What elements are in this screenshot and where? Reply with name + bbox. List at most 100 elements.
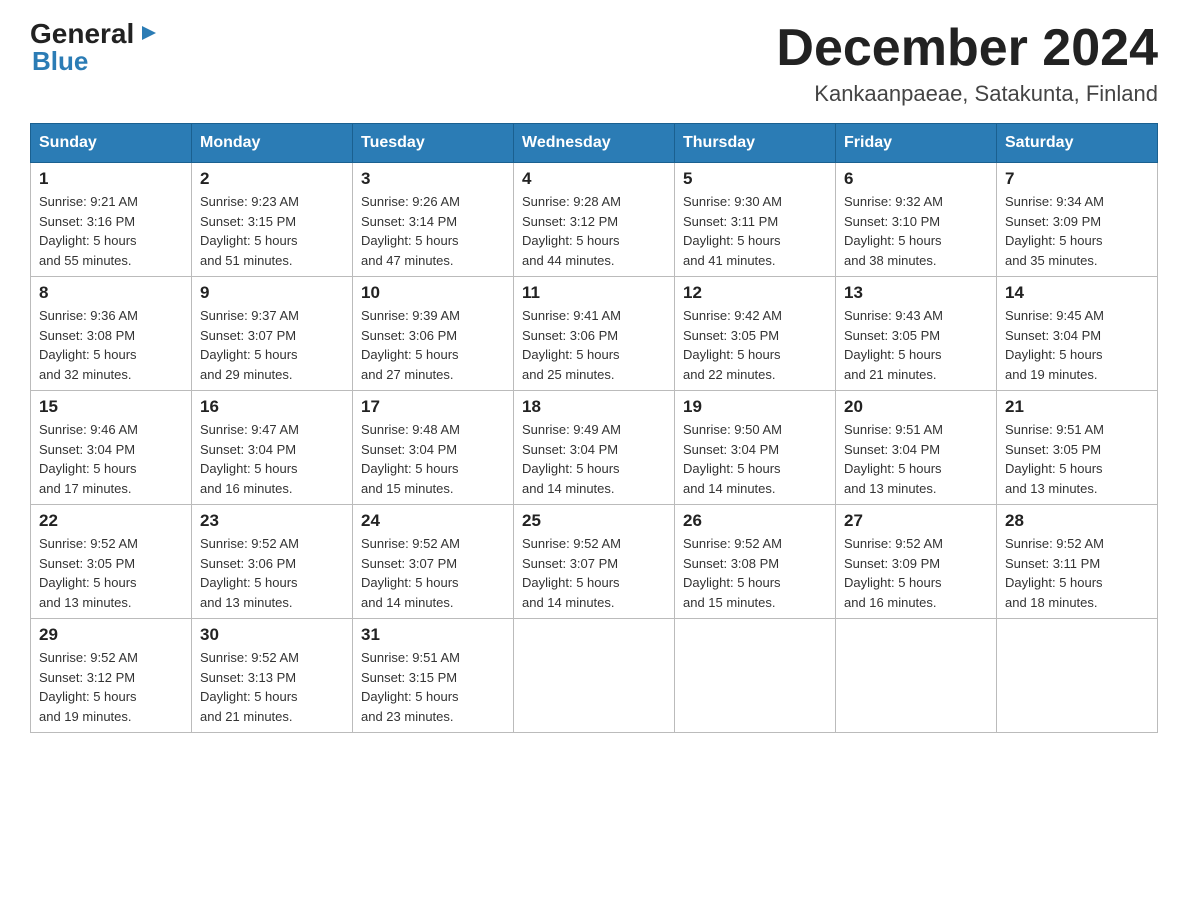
day-info: Sunrise: 9:52 AMSunset: 3:07 PMDaylight:…: [522, 534, 666, 612]
day-info: Sunrise: 9:34 AMSunset: 3:09 PMDaylight:…: [1005, 192, 1149, 270]
day-info: Sunrise: 9:52 AMSunset: 3:08 PMDaylight:…: [683, 534, 827, 612]
day-info: Sunrise: 9:39 AMSunset: 3:06 PMDaylight:…: [361, 306, 505, 384]
calendar-day-cell: 21 Sunrise: 9:51 AMSunset: 3:05 PMDayligh…: [997, 391, 1158, 505]
day-number: 3: [361, 169, 505, 189]
day-number: 4: [522, 169, 666, 189]
day-info: Sunrise: 9:52 AMSunset: 3:09 PMDaylight:…: [844, 534, 988, 612]
calendar-day-cell: 24Sunrise: 9:52 AMSunset: 3:07 PMDayligh…: [353, 505, 514, 619]
logo-general-text: General: [30, 20, 134, 48]
day-number: 12: [683, 283, 827, 303]
day-number: 11: [522, 283, 666, 303]
calendar-day-cell: 14Sunrise: 9:45 AMSunset: 3:04 PMDayligh…: [997, 277, 1158, 391]
calendar-day-cell: 29Sunrise: 9:52 AMSunset: 3:12 PMDayligh…: [31, 619, 192, 733]
calendar-day-cell: 12 Sunrise: 9:42 AMSunset: 3:05 PMDayligh…: [675, 277, 836, 391]
logo: General Blue: [30, 20, 160, 74]
col-header-thursday: Thursday: [675, 124, 836, 163]
calendar-day-cell: 9 Sunrise: 9:37 AMSunset: 3:07 PMDaylight…: [192, 277, 353, 391]
day-info: Sunrise: 9:32 AMSunset: 3:10 PMDaylight:…: [844, 192, 988, 270]
calendar-day-cell: 7 Sunrise: 9:34 AMSunset: 3:09 PMDaylight…: [997, 163, 1158, 277]
day-number: 16: [200, 397, 344, 417]
col-header-saturday: Saturday: [997, 124, 1158, 163]
empty-cell: [997, 619, 1158, 733]
empty-cell: [836, 619, 997, 733]
calendar-day-cell: 1Sunrise: 9:21 AMSunset: 3:16 PMDaylight…: [31, 163, 192, 277]
day-number: 21: [1005, 397, 1149, 417]
logo-arrow-icon: [138, 22, 160, 48]
calendar-day-cell: 6 Sunrise: 9:32 AMSunset: 3:10 PMDaylight…: [836, 163, 997, 277]
day-number: 10: [361, 283, 505, 303]
calendar-day-cell: 20Sunrise: 9:51 AMSunset: 3:04 PMDayligh…: [836, 391, 997, 505]
day-number: 18: [522, 397, 666, 417]
calendar-day-cell: 22Sunrise: 9:52 AMSunset: 3:05 PMDayligh…: [31, 505, 192, 619]
calendar-day-cell: 31Sunrise: 9:51 AMSunset: 3:15 PMDayligh…: [353, 619, 514, 733]
title-section: December 2024 Kankaanpaeae, Satakunta, F…: [776, 20, 1158, 107]
col-header-monday: Monday: [192, 124, 353, 163]
day-info: Sunrise: 9:26 AMSunset: 3:14 PMDaylight:…: [361, 192, 505, 270]
calendar-day-cell: 19 Sunrise: 9:50 AMSunset: 3:04 PMDayligh…: [675, 391, 836, 505]
day-info: Sunrise: 9:41 AMSunset: 3:06 PMDaylight:…: [522, 306, 666, 384]
col-header-sunday: Sunday: [31, 124, 192, 163]
day-number: 6: [844, 169, 988, 189]
day-info: Sunrise: 9:36 AMSunset: 3:08 PMDaylight:…: [39, 306, 183, 384]
day-number: 29: [39, 625, 183, 645]
logo-blue-text: Blue: [32, 48, 160, 74]
calendar-day-cell: 3 Sunrise: 9:26 AMSunset: 3:14 PMDaylight…: [353, 163, 514, 277]
day-info: Sunrise: 9:42 AMSunset: 3:05 PMDaylight:…: [683, 306, 827, 384]
calendar-day-cell: 15Sunrise: 9:46 AMSunset: 3:04 PMDayligh…: [31, 391, 192, 505]
day-number: 19: [683, 397, 827, 417]
calendar-day-cell: 4 Sunrise: 9:28 AMSunset: 3:12 PMDaylight…: [514, 163, 675, 277]
calendar-day-cell: 13 Sunrise: 9:43 AMSunset: 3:05 PMDayligh…: [836, 277, 997, 391]
calendar-header-row: SundayMondayTuesdayWednesdayThursdayFrid…: [31, 124, 1158, 163]
calendar-day-cell: 25 Sunrise: 9:52 AMSunset: 3:07 PMDayligh…: [514, 505, 675, 619]
empty-cell: [675, 619, 836, 733]
col-header-friday: Friday: [836, 124, 997, 163]
day-info: Sunrise: 9:52 AMSunset: 3:05 PMDaylight:…: [39, 534, 183, 612]
day-number: 27: [844, 511, 988, 531]
day-info: Sunrise: 9:43 AMSunset: 3:05 PMDaylight:…: [844, 306, 988, 384]
day-info: Sunrise: 9:28 AMSunset: 3:12 PMDaylight:…: [522, 192, 666, 270]
logo-line1: General: [30, 20, 160, 48]
calendar-day-cell: 10 Sunrise: 9:39 AMSunset: 3:06 PMDayligh…: [353, 277, 514, 391]
day-number: 2: [200, 169, 344, 189]
calendar-day-cell: 27 Sunrise: 9:52 AMSunset: 3:09 PMDayligh…: [836, 505, 997, 619]
calendar-week-row: 15Sunrise: 9:46 AMSunset: 3:04 PMDayligh…: [31, 391, 1158, 505]
day-info: Sunrise: 9:51 AMSunset: 3:05 PMDaylight:…: [1005, 420, 1149, 498]
day-info: Sunrise: 9:47 AMSunset: 3:04 PMDaylight:…: [200, 420, 344, 498]
day-number: 5: [683, 169, 827, 189]
day-info: Sunrise: 9:52 AMSunset: 3:06 PMDaylight:…: [200, 534, 344, 612]
day-info: Sunrise: 9:52 AMSunset: 3:11 PMDaylight:…: [1005, 534, 1149, 612]
day-info: Sunrise: 9:52 AMSunset: 3:13 PMDaylight:…: [200, 648, 344, 726]
day-number: 17: [361, 397, 505, 417]
month-title: December 2024: [776, 20, 1158, 77]
day-number: 7: [1005, 169, 1149, 189]
calendar-day-cell: 17 Sunrise: 9:48 AMSunset: 3:04 PMDayligh…: [353, 391, 514, 505]
day-number: 14: [1005, 283, 1149, 303]
day-info: Sunrise: 9:49 AMSunset: 3:04 PMDaylight:…: [522, 420, 666, 498]
calendar-week-row: 8Sunrise: 9:36 AMSunset: 3:08 PMDaylight…: [31, 277, 1158, 391]
day-info: Sunrise: 9:46 AMSunset: 3:04 PMDaylight:…: [39, 420, 183, 498]
day-info: Sunrise: 9:23 AMSunset: 3:15 PMDaylight:…: [200, 192, 344, 270]
calendar-day-cell: 16 Sunrise: 9:47 AMSunset: 3:04 PMDayligh…: [192, 391, 353, 505]
day-info: Sunrise: 9:52 AMSunset: 3:07 PMDaylight:…: [361, 534, 505, 612]
day-number: 9: [200, 283, 344, 303]
calendar-day-cell: 28Sunrise: 9:52 AMSunset: 3:11 PMDayligh…: [997, 505, 1158, 619]
day-info: Sunrise: 9:48 AMSunset: 3:04 PMDaylight:…: [361, 420, 505, 498]
empty-cell: [514, 619, 675, 733]
location-text: Kankaanpaeae, Satakunta, Finland: [776, 81, 1158, 107]
day-number: 20: [844, 397, 988, 417]
calendar-week-row: 1Sunrise: 9:21 AMSunset: 3:16 PMDaylight…: [31, 163, 1158, 277]
day-info: Sunrise: 9:50 AMSunset: 3:04 PMDaylight:…: [683, 420, 827, 498]
page-header: General Blue December 2024 Kankaanpaeae,…: [30, 20, 1158, 107]
day-number: 31: [361, 625, 505, 645]
day-number: 25: [522, 511, 666, 531]
calendar-day-cell: 8Sunrise: 9:36 AMSunset: 3:08 PMDaylight…: [31, 277, 192, 391]
day-number: 26: [683, 511, 827, 531]
day-info: Sunrise: 9:21 AMSunset: 3:16 PMDaylight:…: [39, 192, 183, 270]
day-number: 13: [844, 283, 988, 303]
calendar-day-cell: 11 Sunrise: 9:41 AMSunset: 3:06 PMDayligh…: [514, 277, 675, 391]
day-info: Sunrise: 9:37 AMSunset: 3:07 PMDaylight:…: [200, 306, 344, 384]
col-header-wednesday: Wednesday: [514, 124, 675, 163]
calendar-day-cell: 23Sunrise: 9:52 AMSunset: 3:06 PMDayligh…: [192, 505, 353, 619]
calendar-day-cell: 5Sunrise: 9:30 AMSunset: 3:11 PMDaylight…: [675, 163, 836, 277]
calendar-week-row: 22Sunrise: 9:52 AMSunset: 3:05 PMDayligh…: [31, 505, 1158, 619]
